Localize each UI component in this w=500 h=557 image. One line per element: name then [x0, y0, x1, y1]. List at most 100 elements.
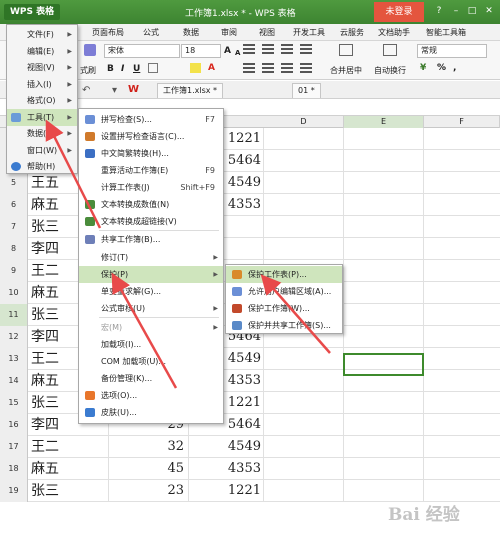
wrap-text-label[interactable]: 自动换行	[374, 65, 406, 76]
cell-d[interactable]	[264, 480, 344, 502]
align-bottom-icon[interactable]	[281, 44, 293, 46]
cell-e[interactable]	[344, 436, 424, 458]
cell-d[interactable]	[264, 370, 344, 392]
menu-item[interactable]: 保护(P) ▶	[79, 266, 223, 283]
menu-item[interactable]: 窗口(W) ▶	[7, 142, 77, 159]
cell-d[interactable]	[264, 436, 344, 458]
cell-age[interactable]: 45	[109, 458, 189, 480]
italic-button[interactable]: I	[121, 63, 124, 75]
menu-item[interactable]: 中文简繁转换(H)...	[79, 145, 223, 162]
spreadsheet-grid[interactable]: 3张三12214付大哥54645王五45496麻五43537张三8李四9王二10…	[0, 128, 500, 557]
menu-item[interactable]: 计算工作表(J) Shift+F9	[79, 179, 223, 196]
tab-page-layout[interactable]: 页面布局	[92, 27, 124, 38]
tab-formulas[interactable]: 公式	[143, 27, 159, 38]
merge-center-label[interactable]: 合并居中	[330, 65, 362, 76]
row-number[interactable]: 18	[0, 458, 28, 480]
menu-item[interactable]: 拼写检查(S)... F7	[79, 111, 223, 128]
tab-smart-toolbox[interactable]: 智能工具箱	[426, 27, 466, 38]
number-format-select[interactable]: 常规	[417, 44, 487, 58]
menu-item[interactable]: 允许用户编辑区域(A)...	[226, 283, 342, 300]
align-right-icon[interactable]	[281, 63, 293, 65]
row-number[interactable]: 8	[0, 238, 28, 260]
row-number[interactable]: 17	[0, 436, 28, 458]
help-icon[interactable]: ?	[433, 4, 445, 18]
tab-workbook1[interactable]: 工作簿1.xlsx *	[157, 83, 224, 98]
cell-d[interactable]	[264, 238, 344, 260]
cell-d[interactable]	[264, 150, 344, 172]
font-color-icon[interactable]: A	[208, 62, 215, 74]
menu-item[interactable]: 选项(O)...	[79, 387, 223, 404]
cell-e[interactable]	[344, 238, 424, 260]
align-left2-icon[interactable]	[243, 63, 255, 65]
row-number[interactable]: 5	[0, 172, 28, 194]
menu-item[interactable]: 帮助(H)	[7, 158, 77, 175]
row-number[interactable]: 13	[0, 348, 28, 370]
menu-item[interactable]: 重算活动工作簿(E) F9	[79, 162, 223, 179]
cell-e[interactable]	[344, 216, 424, 238]
bold-button[interactable]: B	[107, 63, 114, 75]
menu-item[interactable]: 文件(F) ▶	[7, 26, 77, 43]
menu-item[interactable]: 皮肤(U)...	[79, 404, 223, 421]
row-number[interactable]: 14	[0, 370, 28, 392]
row-number[interactable]: 15	[0, 392, 28, 414]
menu-item[interactable]: 工具(T) ▶	[7, 108, 77, 126]
menu-item[interactable]: 单变量求解(G)...	[79, 283, 223, 300]
font-name-select[interactable]: 宋体	[104, 44, 180, 58]
cell-e[interactable]	[344, 194, 424, 216]
cell-e[interactable]	[344, 150, 424, 172]
cell-d[interactable]	[264, 216, 344, 238]
tab-doc-assistant[interactable]: 文档助手	[378, 27, 410, 38]
row-number[interactable]: 19	[0, 480, 28, 502]
tab-01[interactable]: 01 *	[292, 83, 321, 98]
dropdown-icon[interactable]: ▾	[112, 85, 117, 96]
font-size-select[interactable]: 18	[181, 44, 221, 58]
tab-developer[interactable]: 开发工具	[293, 27, 325, 38]
row-number[interactable]: 10	[0, 282, 28, 304]
row-number[interactable]: 11	[0, 304, 28, 326]
cell-value[interactable]: 1221	[189, 480, 264, 502]
increase-font-icon[interactable]: A	[224, 45, 231, 57]
cell-value[interactable]: 4549	[189, 436, 264, 458]
cell-name[interactable]: 麻五	[29, 458, 109, 480]
fill-color-icon[interactable]	[190, 63, 201, 73]
row-number[interactable]: 16	[0, 414, 28, 436]
wps-app-menu-button[interactable]: WPS 表格	[4, 4, 61, 20]
justify-icon[interactable]	[300, 63, 312, 65]
border-icon[interactable]	[148, 63, 158, 73]
tab-data[interactable]: 数据	[183, 27, 199, 38]
menu-item[interactable]: 公式审核(U) ▶	[79, 300, 223, 317]
row-number[interactable]: 6	[0, 194, 28, 216]
selected-cell[interactable]	[343, 353, 424, 376]
menu-item[interactable]: 设置拼写检查语言(C)...	[79, 128, 223, 145]
decrease-font-icon[interactable]: A	[235, 47, 240, 59]
close-icon[interactable]: ✕	[483, 4, 495, 18]
menu-item[interactable]: COM 加载项(U)...	[79, 353, 223, 370]
menu-item[interactable]: 文本转换成超链接(V)	[79, 213, 223, 230]
menu-item[interactable]: 共享工作簿(B)...	[79, 231, 223, 248]
cell-e[interactable]	[344, 480, 424, 502]
undo-icon[interactable]: ↶	[82, 85, 90, 96]
menu-item[interactable]: 数据(D) ▶	[7, 125, 77, 142]
column-header-d[interactable]: D	[264, 116, 344, 128]
align-left-icon[interactable]	[300, 44, 312, 46]
cell-e[interactable]	[344, 172, 424, 194]
maximize-icon[interactable]: □	[466, 4, 478, 18]
row-number[interactable]: 12	[0, 326, 28, 348]
menu-item[interactable]: 保护工作簿(W)...	[226, 300, 342, 317]
underline-button[interactable]: U	[133, 63, 140, 75]
menu-item[interactable]: 格式(O) ▶	[7, 92, 77, 109]
menu-item[interactable]: 文本转换成数值(N)	[79, 196, 223, 213]
menu-item[interactable]: 编辑(E) ▶	[7, 43, 77, 60]
menu-item[interactable]: 修订(T) ▶	[79, 249, 223, 266]
menu-item[interactable]: 视图(V) ▶	[7, 59, 77, 76]
cell-d[interactable]	[264, 458, 344, 480]
merge-center-icon[interactable]	[339, 44, 353, 56]
row-number[interactable]: 7	[0, 216, 28, 238]
align-middle-icon[interactable]	[262, 44, 274, 46]
cell-e[interactable]	[344, 326, 424, 348]
cell-name[interactable]: 张三	[29, 480, 109, 502]
login-button[interactable]: 未登录	[374, 2, 424, 22]
row-number[interactable]: 9	[0, 260, 28, 282]
cell-e[interactable]	[344, 282, 424, 304]
cell-d[interactable]	[264, 414, 344, 436]
